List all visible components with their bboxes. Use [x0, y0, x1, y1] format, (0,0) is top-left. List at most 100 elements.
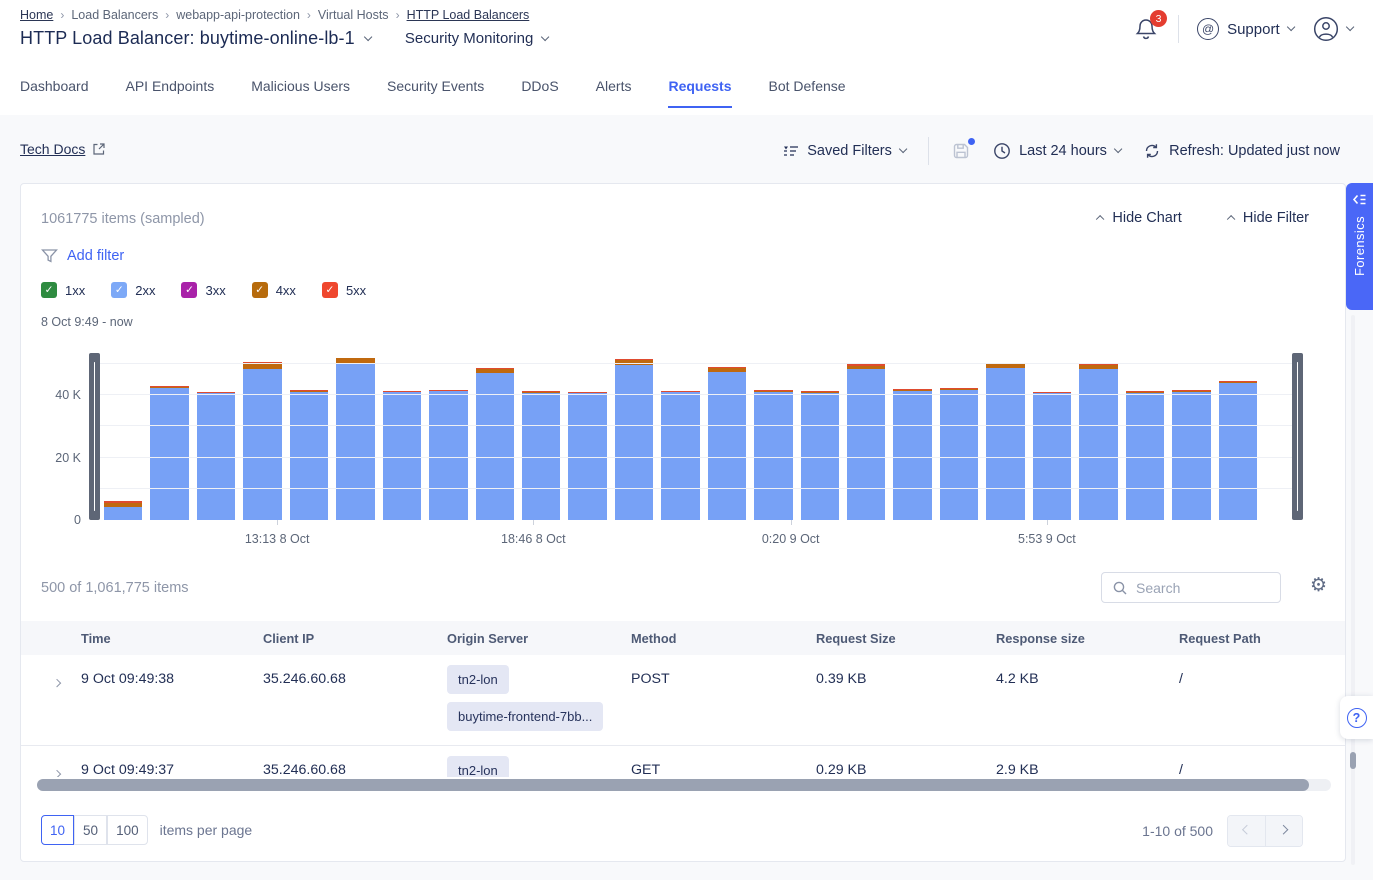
status-filter-4xx[interactable]: ✓4xx — [252, 282, 296, 298]
hide-filter-toggle[interactable]: Hide Filter — [1228, 210, 1309, 226]
hide-chart-toggle[interactable]: Hide Chart — [1097, 210, 1182, 226]
tab-api-endpoints[interactable]: API Endpoints — [126, 78, 215, 108]
breadcrumb-item-home[interactable]: Home — [20, 8, 53, 22]
table-row[interactable]: 9 Oct 09:49:3735.246.60.68tn2-lonGET0.29… — [21, 746, 1345, 777]
title-chevron-down-icon[interactable] — [363, 33, 372, 42]
cell-origin-server: tn2-lon — [447, 756, 631, 777]
tab-ddos[interactable]: DDoS — [521, 78, 558, 108]
chart-bar[interactable] — [1172, 390, 1210, 520]
context-selector[interactable]: Security Monitoring — [405, 30, 549, 47]
saved-filters-menu[interactable]: Saved Filters — [783, 143, 906, 159]
chart-bar[interactable] — [661, 391, 699, 520]
help-question-icon[interactable]: ? — [1347, 708, 1367, 728]
time-range-selector[interactable]: Last 24 hours — [993, 142, 1121, 160]
save-filter-button[interactable] — [951, 141, 971, 161]
page-size-100[interactable]: 100 — [107, 815, 148, 845]
chart-bar[interactable] — [429, 390, 467, 520]
tab-malicious-users[interactable]: Malicious Users — [251, 78, 350, 108]
chart-bar[interactable] — [243, 362, 281, 520]
toolbar-divider — [928, 137, 929, 165]
table-settings-gear-icon[interactable]: ⚙ — [1310, 576, 1327, 595]
column-header-time[interactable]: Time — [81, 631, 263, 646]
x-tick-label: 18:46 8 Oct — [501, 532, 566, 546]
status-filter-3xx[interactable]: ✓3xx — [181, 282, 225, 298]
horizontal-scrollbar-thumb[interactable] — [37, 779, 1309, 791]
account-menu[interactable] — [1312, 15, 1353, 43]
chart-bar[interactable] — [940, 388, 978, 520]
chart-bar[interactable] — [893, 389, 931, 520]
row-expand-button[interactable] — [21, 762, 81, 777]
chart-bar[interactable] — [522, 391, 560, 520]
chart-bar[interactable] — [986, 363, 1024, 520]
bar-segment-2xx — [243, 369, 281, 520]
checkbox-3xx[interactable]: ✓ — [181, 282, 197, 298]
status-filter-1xx[interactable]: ✓1xx — [41, 282, 85, 298]
chart-bar[interactable] — [476, 368, 514, 520]
chart-bar[interactable] — [150, 386, 188, 520]
origin-server-pill[interactable]: buytime-frontend-7bb... — [447, 702, 603, 731]
support-icon: @ — [1197, 18, 1219, 40]
tab-alerts[interactable]: Alerts — [596, 78, 632, 108]
refresh-button[interactable]: Refresh: Updated just now — [1143, 142, 1340, 160]
chevron-right-icon — [1279, 824, 1289, 834]
tabbar: Dashboard API Endpoints Malicious Users Sec… — [20, 78, 846, 108]
table-search — [1101, 572, 1281, 603]
tab-dashboard[interactable]: Dashboard — [20, 78, 89, 108]
page-size-10[interactable]: 10 — [41, 815, 74, 845]
column-header-request-size[interactable]: Request Size — [816, 631, 996, 646]
chart-bar[interactable] — [708, 367, 746, 520]
support-menu[interactable]: @ Support — [1197, 18, 1294, 40]
column-header-response-size[interactable]: Response size — [996, 631, 1179, 646]
notifications-button[interactable]: 3 — [1134, 16, 1160, 42]
column-header-origin-server[interactable]: Origin Server — [447, 631, 631, 646]
column-header-request-path[interactable]: Request Path — [1179, 631, 1345, 646]
status-filter-2xx[interactable]: ✓2xx — [111, 282, 155, 298]
chart-bar[interactable] — [104, 501, 142, 520]
checkbox-4xx[interactable]: ✓ — [252, 282, 268, 298]
vertical-scrollbar-thumb[interactable] — [1350, 752, 1356, 769]
add-filter-label: Add filter — [67, 248, 124, 264]
column-header-method[interactable]: Method — [631, 631, 816, 646]
column-header-client-ip[interactable]: Client IP — [263, 631, 447, 646]
x-tick — [1047, 520, 1048, 525]
chart-bar[interactable] — [1126, 391, 1164, 520]
table-header-row: TimeClient IPOrigin ServerMethodRequest … — [21, 621, 1345, 655]
search-input[interactable] — [1136, 580, 1256, 596]
status-filter-5xx[interactable]: ✓5xx — [322, 282, 366, 298]
chart-bar[interactable] — [290, 390, 328, 520]
chart-bar[interactable] — [1079, 363, 1117, 520]
chart-bar[interactable] — [847, 364, 885, 520]
breadcrumb-item-load-balancers[interactable]: Load Balancers — [71, 8, 158, 22]
breadcrumb-item-virtual-hosts[interactable]: Virtual Hosts — [318, 8, 389, 22]
page-size-50[interactable]: 50 — [74, 815, 107, 845]
gridline — [89, 488, 1303, 489]
origin-server-pill[interactable]: tn2-lon — [447, 665, 509, 694]
table-row[interactable]: 9 Oct 09:49:3835.246.60.68tn2-lonbuytime… — [21, 655, 1345, 746]
brush-handle-right[interactable] — [1292, 353, 1303, 520]
next-page-button[interactable] — [1265, 816, 1302, 846]
breadcrumb-item-webapp-api-protection[interactable]: webapp-api-protection — [176, 8, 300, 22]
checkbox-2xx[interactable]: ✓ — [111, 282, 127, 298]
forensics-tab[interactable]: Forensics — [1346, 183, 1373, 310]
prev-page-button[interactable] — [1228, 816, 1265, 846]
add-filter-button[interactable]: Add filter — [41, 248, 124, 264]
tech-docs-link[interactable]: Tech Docs — [20, 141, 106, 157]
chart-bar[interactable] — [754, 390, 792, 520]
checkbox-5xx[interactable]: ✓ — [322, 282, 338, 298]
chart-bar[interactable] — [1219, 381, 1257, 520]
chart-bar[interactable] — [615, 359, 653, 520]
forensics-label: Forensics — [1352, 216, 1367, 276]
chart-bar[interactable] — [383, 391, 421, 520]
chart-bar[interactable] — [336, 358, 374, 521]
tab-bot-defense[interactable]: Bot Defense — [769, 78, 846, 108]
tab-security-events[interactable]: Security Events — [387, 78, 484, 108]
breadcrumb-item-http-load-balancers[interactable]: HTTP Load Balancers — [407, 8, 530, 22]
tab-requests[interactable]: Requests — [668, 78, 731, 108]
brush-handle-left[interactable] — [89, 353, 100, 520]
checkbox-1xx[interactable]: ✓ — [41, 282, 57, 298]
row-expand-button[interactable] — [21, 671, 81, 690]
bar-segment-2xx — [104, 507, 142, 520]
gridline — [89, 425, 1303, 426]
brush-grip — [1297, 362, 1299, 511]
origin-server-pill[interactable]: tn2-lon — [447, 756, 509, 777]
